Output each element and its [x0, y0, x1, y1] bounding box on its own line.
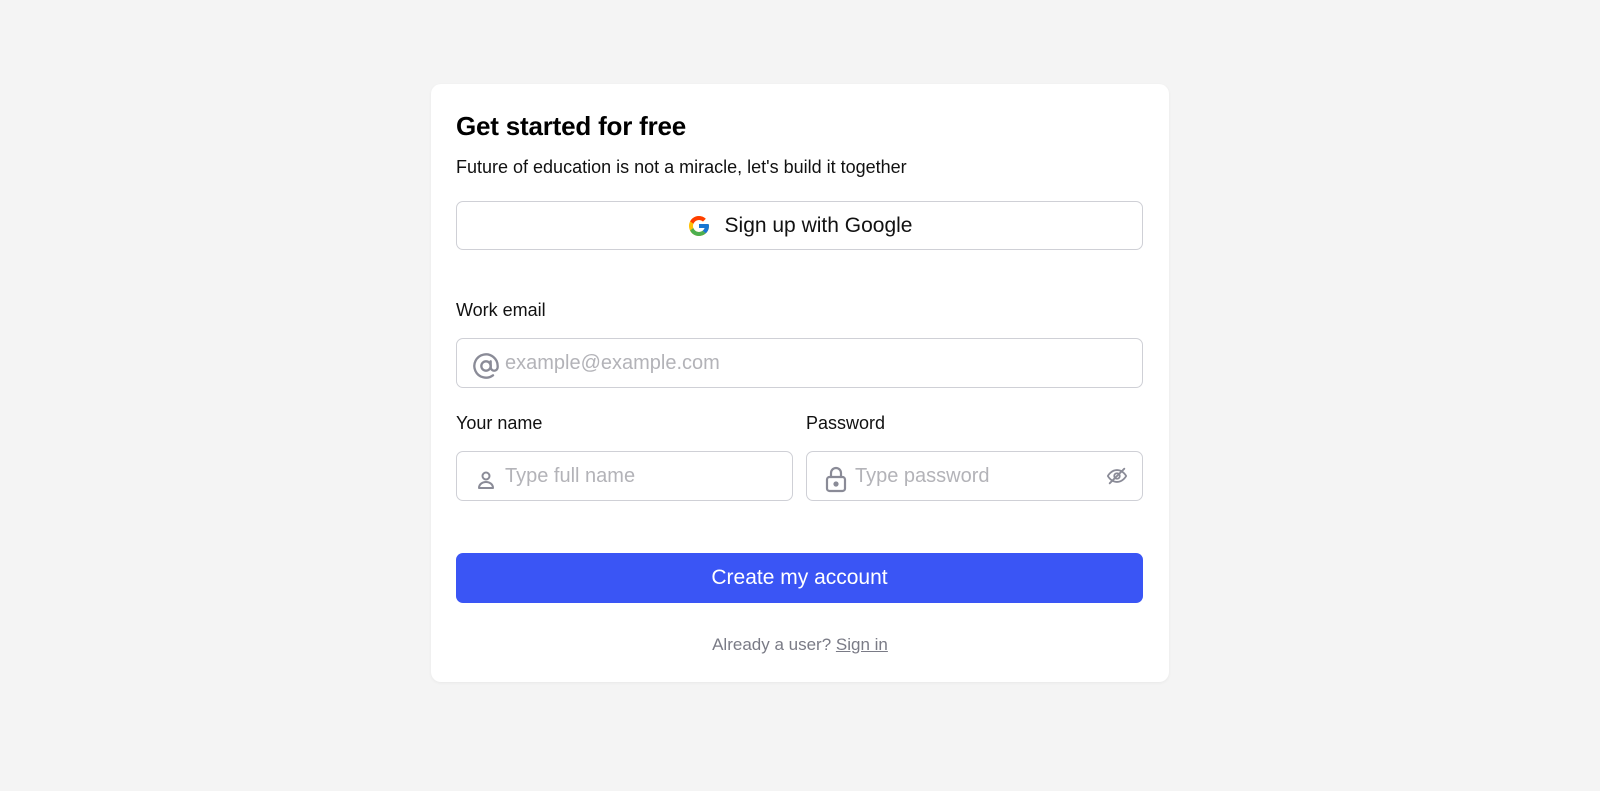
- signin-prompt: Already a user? Sign in: [431, 635, 1169, 655]
- password-label: Password: [806, 413, 886, 433]
- google-signup-label: Sign up with Google: [724, 213, 913, 237]
- password-input[interactable]: [855, 452, 1090, 500]
- signin-prompt-text: Already a user?: [712, 635, 832, 654]
- email-input[interactable]: [505, 339, 1125, 387]
- eye-off-icon[interactable]: [1106, 465, 1128, 487]
- name-input[interactable]: [505, 452, 780, 500]
- user-icon: [471, 464, 501, 494]
- signup-card: Get started for free Future of education…: [431, 84, 1169, 682]
- google-icon: [688, 215, 709, 236]
- name-field[interactable]: [456, 451, 793, 501]
- email-label: Work email: [456, 300, 546, 320]
- page-subtitle: Future of education is not a miracle, le…: [456, 157, 907, 177]
- signin-link[interactable]: Sign in: [836, 635, 888, 654]
- create-account-button[interactable]: Create my account: [456, 553, 1143, 603]
- name-label: Your name: [456, 413, 543, 433]
- at-sign-icon: [471, 351, 501, 381]
- lock-icon: [821, 464, 851, 494]
- page-title: Get started for free: [456, 111, 687, 141]
- password-field[interactable]: [806, 451, 1143, 501]
- google-signup-button[interactable]: Sign up with Google: [456, 201, 1143, 250]
- email-field[interactable]: [456, 338, 1143, 388]
